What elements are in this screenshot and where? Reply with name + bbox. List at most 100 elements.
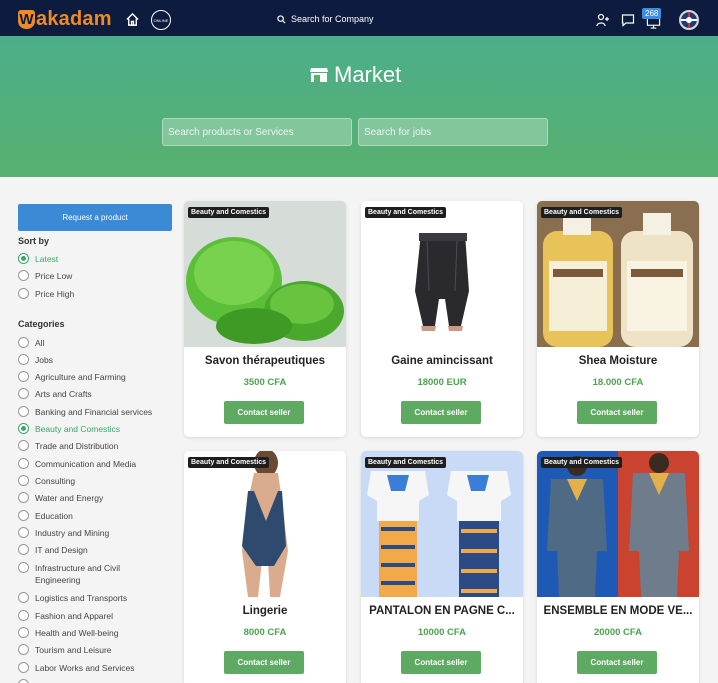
category-partial[interactable] (18, 679, 35, 683)
sort-option-price-high[interactable]: Price High (18, 288, 74, 299)
wakadam-logo[interactable]: W akadam (18, 8, 112, 31)
contact-seller-button[interactable]: Contact seller (224, 651, 304, 674)
radio-button[interactable] (18, 544, 29, 555)
category-label: All (35, 337, 45, 348)
product-price: 18000 EUR (417, 377, 467, 388)
product-image (537, 201, 699, 347)
online-status-icon[interactable]: ONLINE (151, 10, 171, 30)
category-label: Communication and Media (35, 458, 137, 469)
search-jobs-input[interactable]: Search for jobs (358, 118, 548, 146)
category-education[interactable]: Education (18, 510, 73, 521)
category-logistics[interactable]: Logistics and Transports (18, 592, 127, 603)
sort-option-price-low[interactable]: Price Low (18, 270, 72, 281)
top-navbar: W akadam ONLINE Search for Company 268 (0, 0, 718, 36)
company-search[interactable]: Search for Company (277, 14, 374, 24)
product-card[interactable]: Beauty and Comestics Shea Moisture 18.00… (537, 201, 699, 437)
category-label: Beauty and Comestics (35, 423, 121, 434)
category-label: Labor Works and Services (35, 662, 135, 673)
radio-button[interactable] (18, 423, 29, 434)
radio-button[interactable] (18, 492, 29, 503)
online-label: ONLINE (153, 17, 169, 23)
product-card[interactable]: Beauty and Comestics Lingerie 8000 CFA C… (184, 451, 346, 683)
category-tag: Beauty and Comestics (365, 457, 447, 468)
add-user-icon[interactable] (596, 13, 610, 27)
category-banking[interactable]: Banking and Financial services (18, 406, 152, 417)
contact-seller-button[interactable]: Contact seller (577, 651, 657, 674)
chat-icon[interactable] (621, 13, 635, 27)
product-title[interactable]: ENSEMBLE EN MODE VE... (543, 605, 693, 617)
home-icon[interactable] (124, 11, 140, 27)
radio-button[interactable] (18, 592, 29, 603)
radio-button[interactable] (18, 562, 29, 573)
radio-button[interactable] (18, 679, 29, 683)
product-title[interactable]: Shea Moisture (543, 355, 693, 367)
product-title[interactable]: PANTALON EN PAGNE C... (367, 605, 517, 617)
product-card[interactable]: Beauty and Comestics PANTALON EN PAGNE C… (361, 451, 523, 683)
radio-button[interactable] (18, 253, 29, 264)
category-industry[interactable]: Industry and Mining (18, 527, 109, 538)
category-label: Agriculture and Farming (35, 371, 126, 382)
category-label: Education (35, 510, 73, 521)
request-product-button[interactable]: Request a product (18, 204, 172, 231)
avatar[interactable] (679, 10, 699, 30)
radio-button[interactable] (18, 337, 29, 348)
product-card[interactable]: Beauty and Comestics Savon thérapeutique… (184, 201, 346, 437)
category-health[interactable]: Health and Well-being (18, 627, 118, 638)
product-title[interactable]: Lingerie (190, 605, 340, 617)
radio-button[interactable] (18, 475, 29, 486)
sort-option-latest[interactable]: Latest (18, 253, 58, 264)
category-tourism[interactable]: Tourism and Leisure (18, 644, 112, 655)
category-label: Arts and Crafts (35, 388, 92, 399)
category-labor[interactable]: Labor Works and Services (18, 662, 135, 673)
category-water[interactable]: Water and Energy (18, 492, 103, 503)
category-consulting[interactable]: Consulting (18, 475, 75, 486)
category-fashion[interactable]: Fashion and Apparel (18, 610, 113, 621)
category-label: Jobs (35, 354, 53, 365)
contact-seller-button[interactable]: Contact seller (401, 651, 481, 674)
contact-seller-button[interactable]: Contact seller (577, 401, 657, 424)
category-arts[interactable]: Arts and Crafts (18, 388, 92, 399)
logo-mark: W (18, 10, 35, 29)
category-agriculture[interactable]: Agriculture and Farming (18, 371, 126, 382)
category-label: Logistics and Transports (35, 592, 128, 603)
product-title[interactable]: Savon thérapeutiques (190, 355, 340, 367)
radio-button[interactable] (18, 662, 29, 673)
category-jobs[interactable]: Jobs (18, 354, 53, 365)
category-communication[interactable]: Communication and Media (18, 458, 136, 469)
company-search-placeholder: Search for Company (291, 14, 374, 24)
page-title-text: Market (334, 62, 402, 87)
contact-seller-button[interactable]: Contact seller (401, 401, 481, 424)
radio-button[interactable] (18, 458, 29, 469)
category-label: Health and Well-being (35, 627, 119, 638)
category-all[interactable]: All (18, 337, 44, 348)
category-label: Infrastructure and Civil Engineering (35, 563, 121, 585)
radio-button[interactable] (18, 288, 29, 299)
radio-button[interactable] (18, 388, 29, 399)
radio-button[interactable] (18, 270, 29, 281)
radio-button[interactable] (18, 354, 29, 365)
radio-button[interactable] (18, 510, 29, 521)
radio-button[interactable] (18, 610, 29, 621)
category-tag: Beauty and Comestics (188, 457, 270, 468)
product-card[interactable]: Beauty and Comestics ENSEMBLE EN MODE VE… (537, 451, 699, 683)
category-label: Fashion and Apparel (35, 610, 113, 621)
category-it[interactable]: IT and Design (18, 544, 88, 555)
radio-button[interactable] (18, 644, 29, 655)
category-label: Trade and Distribution (35, 440, 119, 451)
category-label: Water and Energy (35, 492, 104, 503)
category-trade[interactable]: Trade and Distribution (18, 440, 118, 451)
product-card[interactable]: Beauty and Comestics Gaine amincissant 1… (361, 201, 523, 437)
radio-button[interactable] (18, 406, 29, 417)
radio-button[interactable] (18, 627, 29, 638)
contact-seller-button[interactable]: Contact seller (224, 401, 304, 424)
search-products-input[interactable]: Search products or Services (162, 118, 352, 146)
search-icon (277, 14, 286, 24)
radio-button[interactable] (18, 440, 29, 451)
radio-button[interactable] (18, 371, 29, 382)
category-beauty[interactable]: Beauty and Comestics (18, 423, 120, 434)
category-infrastructure[interactable]: Infrastructure and Civil Engineering (18, 562, 148, 586)
product-image (184, 201, 346, 347)
product-title[interactable]: Gaine amincissant (367, 355, 517, 367)
radio-button[interactable] (18, 527, 29, 538)
market-hero: Market Search products or Services Searc… (0, 36, 718, 177)
